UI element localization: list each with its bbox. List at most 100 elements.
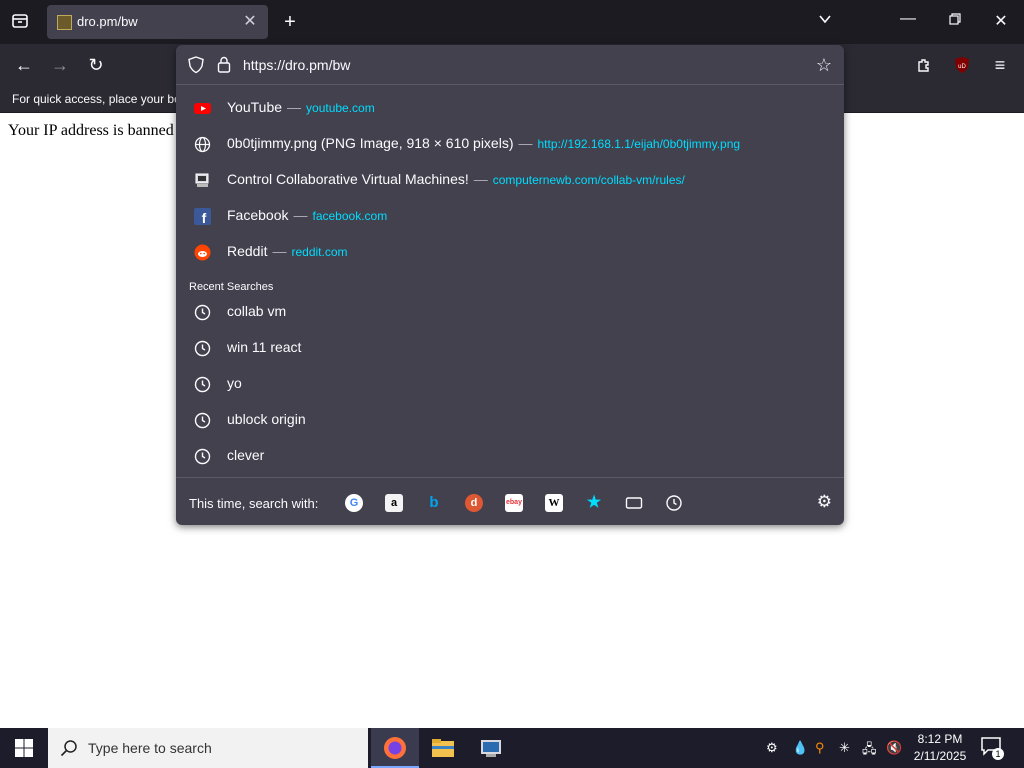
suggestion-title: Reddit	[227, 243, 268, 259]
recent-searches-heading: Recent Searches	[189, 281, 274, 293]
youtube-icon	[194, 100, 211, 117]
windows-taskbar: Type here to search ⚙ 💧 ⚲ ✳ 🖧 🔇 8:12 PM …	[0, 728, 1024, 768]
url-suggestions-panel: https://dro.pm/bw ☆ YouTube — youtube.com …	[176, 45, 844, 525]
url-input-row[interactable]: https://dro.pm/bw ☆	[176, 45, 844, 85]
bookmarks-star-icon[interactable]: ★	[585, 494, 603, 512]
recent-search-text: ublock origin	[227, 411, 306, 427]
page-body-text: Your IP address is banned	[8, 122, 174, 139]
amazon-icon[interactable]: a	[385, 494, 403, 512]
window-restore-icon[interactable]	[945, 12, 965, 30]
extensions-puzzle-icon[interactable]	[911, 52, 937, 78]
list-tabs-chevron-icon[interactable]	[815, 12, 835, 31]
reload-icon[interactable]: ↻	[83, 52, 109, 78]
suggestion-separator: —	[272, 243, 287, 259]
recent-search-row[interactable]: ublock origin	[176, 402, 844, 438]
tabs-icon[interactable]	[625, 494, 643, 512]
taskbar-clock[interactable]: 8:12 PM 2/11/2025	[908, 731, 972, 765]
suggestion-url: reddit.com	[291, 245, 348, 259]
suggestion-row[interactable]: Reddit — reddit.com	[176, 234, 844, 270]
windows-logo-icon	[15, 739, 33, 757]
tray-drop-icon[interactable]: 💧	[792, 740, 808, 756]
suggestion-separator: —	[518, 135, 533, 151]
lock-icon[interactable]	[217, 56, 231, 78]
clock-icon	[194, 376, 211, 393]
taskbar-app-icon[interactable]	[467, 728, 515, 768]
history-icon[interactable]	[665, 494, 683, 512]
back-arrow-icon[interactable]: ←	[11, 52, 37, 78]
facebook-icon: f	[194, 208, 211, 226]
taskbar-firefox-icon[interactable]	[371, 728, 419, 768]
menu-hamburger-icon[interactable]: ≡	[987, 52, 1013, 78]
window-close-icon[interactable]: ✕	[991, 11, 1011, 31]
suggestion-row[interactable]: Control Collaborative Virtual Machines! —…	[176, 162, 844, 198]
recent-search-row[interactable]: win 11 react	[176, 330, 844, 366]
clock-icon	[194, 304, 211, 321]
collabvm-icon	[194, 172, 211, 189]
recent-search-text: win 11 react	[227, 339, 302, 355]
tray-asterisk-icon[interactable]: ✳	[839, 740, 850, 756]
bookmarks-hint-text: For quick access, place your bo	[12, 92, 181, 106]
tab-bar: dro.pm/bw ✕ + — ✕	[0, 0, 1024, 44]
tray-network-app-icon[interactable]: ⚙	[766, 740, 778, 756]
forward-arrow-icon[interactable]: →	[47, 52, 73, 78]
clock-date: 2/11/2025	[913, 749, 967, 763]
tab-active[interactable]: dro.pm/bw ✕	[47, 5, 268, 39]
suggestion-url: http://192.168.1.1/eijah/0b0tjimmy.png	[537, 137, 741, 151]
recent-search-text: collab vm	[227, 303, 287, 319]
clock-icon	[194, 412, 211, 429]
suggestion-title: 0b0tjimmy.png (PNG Image, 918 × 610 pixe…	[227, 135, 514, 151]
bing-icon[interactable]: b	[425, 494, 443, 512]
svg-text:f: f	[202, 210, 207, 225]
tab-close-icon[interactable]: ✕	[240, 11, 260, 31]
suggestion-url: computernewb.com/collab-vm/rules/	[492, 173, 685, 187]
search-settings-gear-icon[interactable]: ⚙	[817, 492, 832, 512]
notification-count-badge: 1	[992, 748, 1004, 760]
clock-time: 8:12 PM	[917, 732, 963, 746]
suggestion-url: youtube.com	[306, 101, 375, 115]
suggestion-separator: —	[287, 99, 302, 115]
suggestion-title: Control Collaborative Virtual Machines!	[227, 171, 469, 187]
suggestion-title: YouTube	[227, 99, 283, 115]
clock-icon	[194, 340, 211, 357]
globe-icon	[194, 136, 211, 153]
search-icon	[60, 740, 77, 757]
recent-search-text: clever	[227, 447, 265, 463]
suggestion-title: Facebook	[227, 207, 289, 223]
recent-search-text: yo	[227, 375, 242, 391]
tab-title: dro.pm/bw	[77, 14, 138, 29]
search-with-label: This time, search with:	[189, 496, 319, 511]
tray-search-icon[interactable]: ⚲	[815, 740, 825, 756]
suggestion-row[interactable]: 0b0tjimmy.png (PNG Image, 918 × 610 pixe…	[176, 126, 844, 162]
suggestion-row[interactable]: YouTube — youtube.com	[176, 90, 844, 126]
google-icon[interactable]: G	[345, 494, 363, 512]
reddit-icon	[194, 244, 211, 261]
ebay-icon[interactable]: ebay	[505, 494, 523, 512]
start-button[interactable]	[0, 728, 48, 768]
bookmark-star-icon[interactable]: ☆	[816, 55, 832, 76]
url-input[interactable]: https://dro.pm/bw	[243, 57, 350, 73]
suggestion-separator: —	[473, 171, 488, 187]
suggestion-separator: —	[293, 207, 308, 223]
taskbar-search-input[interactable]: Type here to search	[88, 740, 212, 756]
tray-network-icon[interactable]: 🖧	[862, 740, 877, 762]
ublock-origin-icon[interactable]: uD	[949, 52, 975, 78]
suggestion-url: facebook.com	[312, 209, 388, 223]
wikipedia-icon[interactable]: W	[545, 494, 563, 512]
suggestion-row[interactable]: f Facebook — facebook.com	[176, 198, 844, 234]
svg-text:uD: uD	[958, 64, 966, 70]
firefox-view-icon[interactable]	[10, 12, 30, 35]
site-favicon-icon	[57, 15, 72, 30]
search-engine-footer: This time, search with: G a b d ebay W ★…	[176, 477, 844, 525]
taskbar-search-box[interactable]: Type here to search	[48, 728, 368, 768]
window-minimize-icon[interactable]: —	[898, 10, 918, 28]
taskbar-file-explorer-icon[interactable]	[419, 728, 467, 768]
duckduckgo-icon[interactable]: d	[465, 494, 483, 512]
tracking-protection-shield-icon[interactable]	[188, 56, 204, 79]
new-tab-plus-icon[interactable]: +	[280, 11, 300, 34]
notification-center-icon[interactable]: 1	[980, 736, 1004, 760]
recent-search-row[interactable]: yo	[176, 366, 844, 402]
recent-search-row[interactable]: collab vm	[176, 294, 844, 330]
recent-search-row[interactable]: clever	[176, 438, 844, 474]
tray-volume-muted-icon[interactable]: 🔇	[886, 740, 902, 756]
clock-icon	[194, 448, 211, 465]
